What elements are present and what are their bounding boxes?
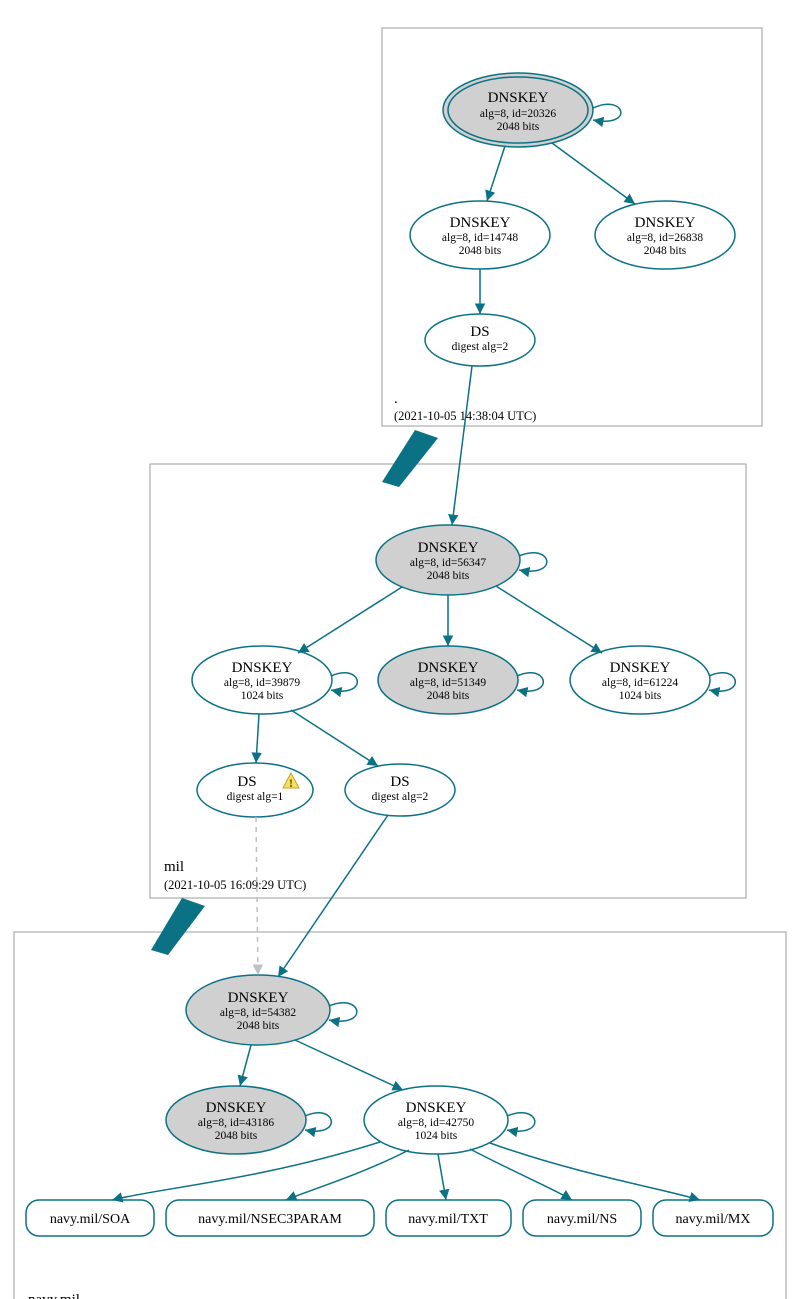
root-dnskey-14748: DNSKEY alg=8, id=14748 2048 bits	[410, 201, 550, 269]
edge-navy-ksk-to-ksk2	[240, 1045, 251, 1086]
edge-navy-zsk-to-txt	[438, 1154, 446, 1200]
svg-text:digest alg=2: digest alg=2	[372, 791, 429, 803]
svg-text:navy.mil/TXT: navy.mil/TXT	[408, 1212, 488, 1227]
svg-text:DNSKEY: DNSKEY	[228, 990, 289, 1006]
svg-text:DNSKEY: DNSKEY	[406, 1100, 467, 1116]
svg-text:alg=8, id=56347: alg=8, id=56347	[410, 557, 486, 569]
svg-text:navy.mil/NS: navy.mil/NS	[547, 1212, 617, 1227]
edge-mil-ds1-to-navy-ksk-dashed	[256, 817, 258, 975]
svg-text:2048 bits: 2048 bits	[215, 1130, 258, 1142]
svg-text:1024 bits: 1024 bits	[415, 1130, 458, 1142]
svg-text:2048 bits: 2048 bits	[427, 690, 470, 702]
mil-ksk-self-loop-icon	[519, 553, 547, 571]
delegation-arrow-root-to-mil-icon	[382, 430, 438, 487]
navy-dnskey-54382: DNSKEY alg=8, id=54382 2048 bits	[186, 975, 330, 1045]
rrset-navy-txt: navy.mil/TXT	[386, 1200, 511, 1236]
navy-ksk2-self-loop-icon	[305, 1113, 331, 1131]
svg-text:digest alg=1: digest alg=1	[227, 791, 284, 803]
mil-ksk2-self-loop-icon	[517, 673, 543, 691]
svg-text:navy.mil/NSEC3PARAM: navy.mil/NSEC3PARAM	[198, 1212, 342, 1227]
rrset-navy-nsec3param: navy.mil/NSEC3PARAM	[166, 1200, 374, 1236]
edge-mil-ds2-to-navy-ksk	[278, 815, 388, 977]
edge-root-ksk-to-zsk1	[487, 146, 505, 201]
root-dnskey-ksk: DNSKEY alg=8, id=20326 2048 bits	[443, 73, 593, 147]
svg-text:DS: DS	[470, 324, 489, 340]
svg-text:2048 bits: 2048 bits	[459, 245, 502, 257]
edge-navy-ksk-to-zsk	[295, 1040, 403, 1090]
svg-text:DNSKEY: DNSKEY	[450, 215, 511, 231]
root-ksk-self-loop-icon	[593, 104, 621, 121]
zone-navy-label: navy.mil (2021-10-05 18:19:16 UTC)	[28, 1292, 170, 1299]
navy-zsk-self-loop-icon	[507, 1113, 535, 1131]
svg-text:alg=8, id=20326: alg=8, id=20326	[480, 108, 556, 120]
svg-text:DS: DS	[237, 774, 256, 790]
svg-text:2048 bits: 2048 bits	[497, 121, 540, 133]
svg-text:alg=8, id=54382: alg=8, id=54382	[220, 1007, 296, 1019]
svg-text:alg=8, id=14748: alg=8, id=14748	[442, 232, 518, 244]
svg-text:2048 bits: 2048 bits	[237, 1020, 280, 1032]
svg-text:DNSKEY: DNSKEY	[635, 215, 696, 231]
mil-dnskey-61224: DNSKEY alg=8, id=61224 1024 bits	[570, 646, 710, 714]
rrset-navy-soa: navy.mil/SOA	[26, 1200, 154, 1236]
svg-text:1024 bits: 1024 bits	[241, 690, 284, 702]
svg-text:1024 bits: 1024 bits	[619, 690, 662, 702]
mil-ds-alg1: DS digest alg=1 !	[197, 763, 313, 817]
svg-text:navy.mil/MX: navy.mil/MX	[676, 1212, 751, 1227]
mil-dnskey-56347: DNSKEY alg=8, id=56347 2048 bits	[376, 525, 520, 595]
edge-mil-ksk-to-zsk1	[298, 587, 402, 653]
mil-ds-alg2: DS digest alg=2	[345, 764, 455, 816]
svg-text:DNSKEY: DNSKEY	[232, 660, 293, 676]
edge-navy-zsk-to-mx	[490, 1143, 700, 1200]
root-dnskey-26838: DNSKEY alg=8, id=26838 2048 bits	[595, 201, 735, 269]
svg-text:alg=8, id=42750: alg=8, id=42750	[398, 1117, 474, 1129]
svg-text:alg=8, id=43186: alg=8, id=43186	[198, 1117, 274, 1129]
svg-text:!: !	[289, 776, 293, 790]
edge-mil-zsk1-to-ds1	[256, 714, 259, 763]
svg-text:DNSKEY: DNSKEY	[418, 540, 479, 556]
edge-mil-ksk-to-zsk3	[496, 586, 602, 653]
svg-text:alg=8, id=61224: alg=8, id=61224	[602, 677, 678, 689]
edge-root-ds-to-mil-ksk	[452, 366, 472, 525]
zone-mil-label: mil (2021-10-05 16:09:29 UTC)	[164, 859, 306, 892]
mil-zsk1-self-loop-icon	[331, 673, 357, 691]
svg-text:alg=8, id=51349: alg=8, id=51349	[410, 677, 486, 689]
svg-text:alg=8, id=26838: alg=8, id=26838	[627, 232, 703, 244]
navy-dnskey-43186: DNSKEY alg=8, id=43186 2048 bits	[166, 1086, 306, 1154]
svg-text:DS: DS	[390, 774, 409, 790]
mil-dnskey-39879: DNSKEY alg=8, id=39879 1024 bits	[192, 646, 332, 714]
root-ds: DS digest alg=2	[425, 314, 535, 366]
mil-dnskey-51349: DNSKEY alg=8, id=51349 2048 bits	[378, 646, 518, 714]
rrset-navy-ns: navy.mil/NS	[523, 1200, 641, 1236]
edge-root-ksk-to-zsk2	[552, 143, 635, 204]
svg-text:2048 bits: 2048 bits	[427, 570, 470, 582]
svg-text:DNSKEY: DNSKEY	[488, 90, 549, 106]
svg-text:DNSKEY: DNSKEY	[418, 660, 479, 676]
mil-zsk3-self-loop-icon	[709, 673, 735, 691]
svg-text:2048 bits: 2048 bits	[644, 245, 687, 257]
navy-ksk-self-loop-icon	[329, 1003, 357, 1021]
svg-text:alg=8, id=39879: alg=8, id=39879	[224, 677, 300, 689]
svg-text:DNSKEY: DNSKEY	[610, 660, 671, 676]
delegation-arrow-mil-to-navy-icon	[151, 898, 205, 955]
edge-mil-zsk1-to-ds2	[291, 710, 378, 766]
svg-text:DNSKEY: DNSKEY	[206, 1100, 267, 1116]
edge-navy-zsk-to-ns	[470, 1149, 572, 1200]
svg-text:digest alg=2: digest alg=2	[452, 341, 509, 353]
rrset-navy-mx: navy.mil/MX	[653, 1200, 773, 1236]
navy-dnskey-42750: DNSKEY alg=8, id=42750 1024 bits	[364, 1086, 508, 1154]
svg-text:navy.mil/SOA: navy.mil/SOA	[50, 1212, 131, 1227]
edge-navy-zsk-to-n3p	[286, 1150, 409, 1200]
